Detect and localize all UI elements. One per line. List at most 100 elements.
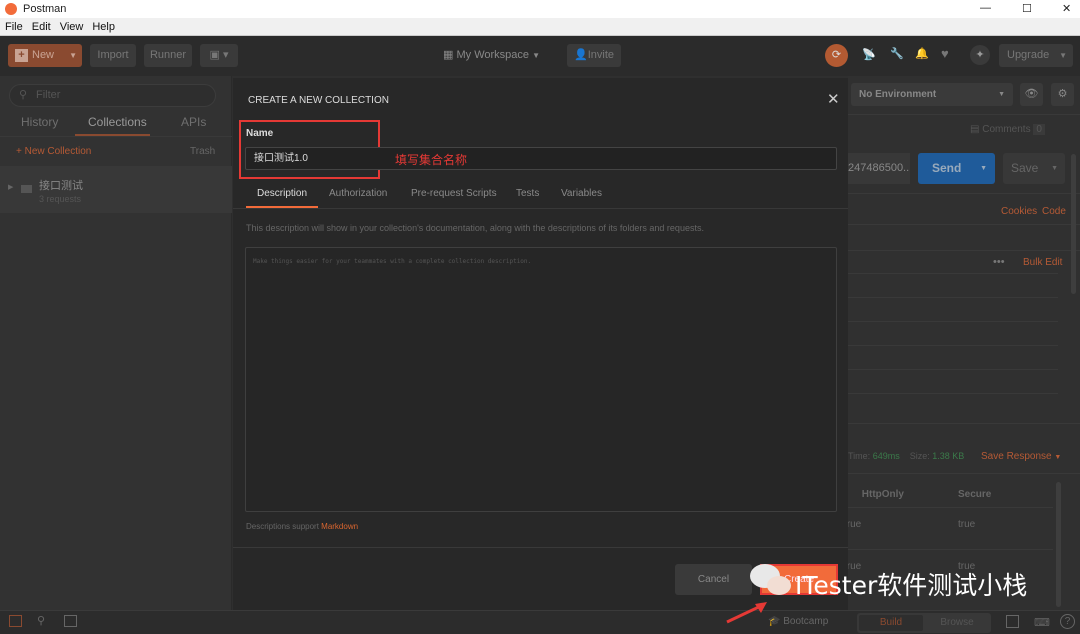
new-window-button[interactable]: ▣ ▾	[200, 44, 238, 67]
console-icon[interactable]	[64, 615, 77, 627]
annotation-text: 填写集合名称	[395, 153, 468, 167]
tab-variables[interactable]: Variables	[561, 179, 602, 209]
caret-right-icon: ▶	[8, 184, 14, 191]
minimize-button[interactable]: —	[980, 2, 991, 14]
build-tab[interactable]: Build	[859, 615, 923, 631]
markdown-prefix: Descriptions support	[246, 522, 319, 531]
save-response-label: Save Response	[981, 451, 1052, 462]
sync-icon[interactable]: ⟳	[825, 44, 848, 67]
workspace-label: My Workspace	[456, 49, 530, 61]
satellite-icon[interactable]: 📡	[862, 48, 876, 61]
keyboard-icon[interactable]: ⌨	[1034, 616, 1050, 629]
tab-apis[interactable]: APIs	[181, 115, 206, 129]
menu-bar: File Edit View Help	[0, 18, 1080, 36]
description-textarea[interactable]: Make things easier for your teammates wi…	[245, 247, 837, 512]
request-panel: No Environment ▼ 👁 ⚙ ▤ Comments 0 2474865…	[844, 76, 1080, 610]
tab-collections[interactable]: Collections	[88, 115, 147, 129]
bell-icon[interactable]: 🔔	[915, 47, 929, 60]
menu-help[interactable]: Help	[92, 18, 115, 36]
url-text: 247486500...	[848, 162, 910, 174]
chevron-down-icon: ▼	[1059, 51, 1067, 60]
new-button[interactable]: + New ▼	[8, 44, 82, 67]
sidebar-toggle-icon[interactable]	[9, 615, 22, 627]
col-secure: Secure	[958, 489, 992, 500]
invite-button[interactable]: 👤Invite	[567, 44, 621, 67]
browse-tab[interactable]: Browse	[925, 615, 989, 631]
tab-pre-request-scripts[interactable]: Pre-request Scripts	[411, 179, 497, 209]
filter-input[interactable]: ⚲ Filter	[9, 84, 216, 107]
save-response-button[interactable]: Save Response ▼	[981, 451, 1061, 462]
eye-icon[interactable]: 👁	[1020, 83, 1043, 106]
close-icon[interactable]: ✕	[827, 90, 840, 108]
runner-button[interactable]: Runner	[144, 44, 192, 67]
name-value: 接口测试1.0	[254, 153, 308, 164]
collection-item[interactable]: ▶ 接口测试 3 requests	[0, 166, 232, 213]
tab-history[interactable]: History	[21, 115, 58, 129]
close-window-button[interactable]: ✕	[1062, 2, 1071, 15]
trash-button[interactable]: Trash	[190, 146, 215, 157]
menu-edit[interactable]: Edit	[32, 18, 51, 36]
menu-file[interactable]: File	[5, 18, 23, 36]
scrollbar[interactable]	[1056, 482, 1061, 607]
description-help: This description will show in your colle…	[246, 223, 704, 233]
maximize-button[interactable]: ☐	[1022, 2, 1032, 15]
build-browse-toggle: Build Browse	[857, 613, 991, 633]
menu-view[interactable]: View	[60, 18, 84, 36]
comments-count: 0	[1033, 124, 1045, 135]
import-button[interactable]: Import	[90, 44, 136, 67]
markdown-link[interactable]: Markdown	[321, 522, 358, 531]
more-icon[interactable]: •••	[993, 256, 1005, 268]
heart-icon[interactable]: ♥	[941, 46, 949, 61]
help-icon[interactable]: ?	[1060, 614, 1075, 629]
workspace-selector[interactable]: ▦ My Workspace ▼	[443, 48, 540, 61]
active-tab-underline	[246, 206, 318, 208]
environment-label: No Environment	[859, 89, 937, 100]
arrow-annotation-icon	[726, 602, 767, 624]
bulk-edit-link[interactable]: Bulk Edit	[1023, 257, 1062, 268]
chevron-down-icon: ▼	[69, 51, 77, 60]
modal-tabs: Description Authorization Pre-request Sc…	[233, 179, 848, 209]
chevron-down-icon: ▼	[532, 51, 540, 60]
window-title: Postman	[23, 3, 67, 15]
markdown-note: Descriptions support Markdown	[246, 522, 358, 531]
folder-icon	[21, 185, 32, 193]
save-button[interactable]: Save ▼	[1003, 153, 1065, 184]
sparkle-icon[interactable]: ✦	[970, 45, 990, 65]
size-value: 1.38 KB	[932, 451, 965, 461]
invite-label: Invite	[587, 49, 614, 61]
send-button[interactable]: Send ▼	[918, 153, 995, 184]
save-label: Save	[1011, 161, 1039, 175]
wechat-logo-icon-small	[767, 576, 791, 595]
tab-authorization[interactable]: Authorization	[329, 179, 387, 209]
modal-title: CREATE A NEW COLLECTION	[248, 95, 389, 106]
watermark-text: ITester软件测试小栈	[795, 571, 1028, 600]
time-label: Time:	[848, 451, 871, 461]
grid-icon: ▦	[443, 49, 454, 61]
scrollbar[interactable]	[1071, 154, 1076, 294]
cancel-button[interactable]: Cancel	[675, 564, 752, 595]
new-collection-button[interactable]: + New Collection	[16, 146, 91, 157]
name-input[interactable]: 接口测试1.0	[245, 147, 837, 170]
tab-description[interactable]: Description	[257, 179, 307, 209]
collection-meta: 3 requests	[39, 194, 82, 204]
sidebar: ⚲ Filter History Collections APIs + New …	[0, 76, 232, 610]
wrench-icon[interactable]: 🔧	[890, 47, 904, 60]
chevron-down-icon: ▼	[980, 165, 987, 172]
cookies-link[interactable]: Cookies	[1001, 206, 1037, 217]
collection-name: 接口测试	[39, 180, 83, 192]
two-pane-icon[interactable]	[1006, 615, 1019, 628]
upgrade-label: Upgrade	[1007, 49, 1050, 61]
filter-placeholder: Filter	[36, 89, 61, 101]
bootcamp-button[interactable]: 🎓 Bootcamp	[768, 616, 828, 627]
time-value: 649ms	[872, 451, 900, 461]
gear-icon[interactable]: ⚙	[1051, 83, 1074, 106]
comments-button[interactable]: ▤ Comments 0	[970, 124, 1045, 135]
postman-logo-icon	[5, 3, 17, 15]
code-link[interactable]: Code	[1042, 206, 1066, 217]
environment-select[interactable]: No Environment ▼	[851, 83, 1013, 106]
app-toolbar: + New ▼ Import Runner ▣ ▾ ▦ My Workspace…	[0, 36, 1080, 76]
tab-tests[interactable]: Tests	[516, 179, 539, 209]
search-icon[interactable]: ⚲	[37, 614, 45, 627]
upgrade-button[interactable]: Upgrade ▼	[999, 44, 1073, 67]
url-input[interactable]: 247486500...	[848, 153, 910, 184]
